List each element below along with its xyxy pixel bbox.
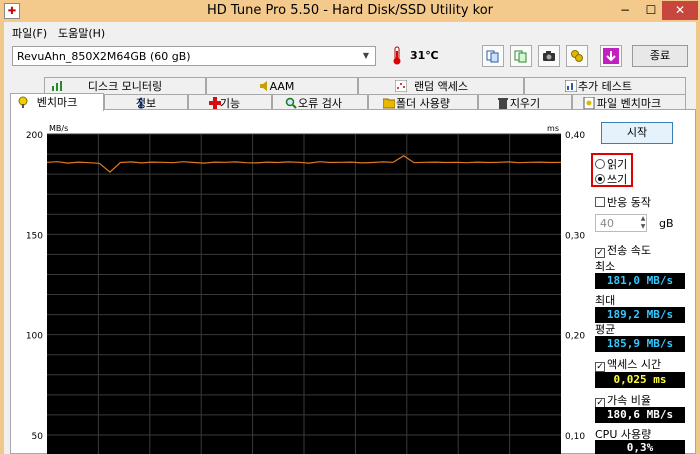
options-button[interactable] xyxy=(566,45,588,67)
short-stroke-checkbox[interactable]: 반응 동작 xyxy=(595,194,651,210)
benchmark-panel: 200 150 100 50 MB/s 0,40 0,30 0,20 0,10 ms 시작 읽기 … xyxy=(10,109,696,454)
access-time-label: 액세스 시간 xyxy=(607,358,662,371)
transfer-rate-check: ✓ xyxy=(595,248,605,258)
drive-select[interactable]: RevuAhn_850X2M64GB (60 gB) ▼ xyxy=(12,46,376,66)
tab-label: 디스크 모니터링 xyxy=(87,80,163,93)
copy-info-icon xyxy=(514,50,527,63)
tab-aam[interactable]: AAM xyxy=(206,77,358,94)
burst-rate-checkbox[interactable]: ✓ 가속 비율 xyxy=(595,392,651,408)
exit-button[interactable]: 종료 xyxy=(632,45,688,67)
tab-label: 랜덤 액세스 xyxy=(413,80,469,93)
read-radio[interactable]: 읽기 xyxy=(595,156,627,172)
y-left-tick-label: 150 xyxy=(26,231,43,241)
write-radio[interactable]: 쓰기 xyxy=(595,171,627,187)
y-left-tick-label: 100 xyxy=(26,332,43,342)
transfer-rate-label: 전송 속도 xyxy=(607,244,651,257)
cpu-usage-value: 0,3% xyxy=(595,440,685,454)
access-time-check: ✓ xyxy=(595,362,605,372)
short-stroke-label: 반응 동작 xyxy=(607,196,651,209)
copy-info-button[interactable] xyxy=(510,45,532,67)
access-time-value: 0,025 ms xyxy=(595,372,685,388)
access-time-checkbox[interactable]: ✓ 액세스 시간 xyxy=(595,356,661,372)
copy-button[interactable] xyxy=(482,45,504,67)
tab-random-access[interactable]: 랜덤 액세스 xyxy=(358,77,524,94)
short-stroke-unit: gB xyxy=(659,217,674,230)
burst-rate-label: 가속 비율 xyxy=(607,394,651,407)
save-icon xyxy=(603,48,619,64)
tab-label: 추가 테스트 xyxy=(577,80,633,93)
menu-file[interactable]: 파일(F) xyxy=(12,25,47,41)
tab-disk-monitor[interactable]: 디스크 모니터링 xyxy=(44,77,206,94)
screenshot-button[interactable] xyxy=(538,45,560,67)
tab-extra-tests[interactable]: 추가 테스트 xyxy=(524,77,686,94)
y-left-tick-label: 50 xyxy=(32,432,44,442)
tab-label: 벤치마크 xyxy=(36,96,78,109)
max-label: 최대 xyxy=(595,294,616,307)
menu-help[interactable]: 도움말(H) xyxy=(58,25,105,41)
drive-select-value: RevuAhn_850X2M64GB (60 gB) xyxy=(17,50,191,63)
benchmark-sidebar: 시작 읽기 쓰기 반응 동작 40 ▲ ▼ gB ✓ 전송 속도 최소 181,… xyxy=(591,110,691,454)
read-radio-indicator xyxy=(595,159,605,169)
tab-label: AAM xyxy=(269,80,295,93)
save-button[interactable] xyxy=(600,45,622,67)
y-right-tick-label: 0,30 xyxy=(565,231,585,241)
avg-value: 185,9 MB/s xyxy=(595,336,685,352)
chevron-down-icon: ▼ xyxy=(362,51,370,60)
close-button[interactable]: ✕ xyxy=(662,1,698,20)
temperature-value: 31℃ xyxy=(410,49,439,62)
write-radio-indicator xyxy=(595,174,605,184)
menu-bar: 파일(F) 도움말(H) xyxy=(4,22,696,42)
min-label: 최소 xyxy=(595,260,616,273)
read-label: 읽기 xyxy=(607,158,628,171)
y-left-unit-label: MB/s xyxy=(49,124,68,133)
short-stroke-stepper[interactable]: ▲ ▼ xyxy=(639,215,647,231)
y-left-tick-label: 200 xyxy=(26,131,43,141)
options-icon xyxy=(571,50,583,62)
y-right-tick-label: 0,20 xyxy=(565,332,585,342)
thermometer-icon xyxy=(393,46,401,65)
start-button[interactable]: 시작 xyxy=(601,122,673,144)
benchmark-chart: 200 150 100 50 MB/s 0,40 0,30 0,20 0,10 ms xyxy=(26,124,585,454)
avg-label: 평균 xyxy=(595,323,616,336)
y-right-unit-label: ms xyxy=(547,124,559,133)
short-stroke-check xyxy=(595,197,605,207)
toolbar: RevuAhn_850X2M64GB (60 gB) ▼ 31℃ 종료 xyxy=(4,42,696,72)
copy-icon xyxy=(486,50,499,63)
min-value: 181,0 MB/s xyxy=(595,273,685,289)
camera-icon xyxy=(543,51,555,61)
minimize-button[interactable]: − xyxy=(612,1,638,20)
app-window: ✚ HD Tune Pro 5.50 - Hard Disk/SSD Utili… xyxy=(0,0,700,454)
write-label: 쓰기 xyxy=(607,173,628,186)
y-right-tick-label: 0,10 xyxy=(565,432,585,442)
tab-benchmark[interactable]: 벤치마크 xyxy=(10,93,104,111)
transfer-rate-checkbox[interactable]: ✓ 전송 속도 xyxy=(595,242,651,258)
burst-rate-value: 180,6 MB/s xyxy=(595,407,685,423)
maximize-button[interactable]: ☐ xyxy=(638,1,664,20)
window-title: HD Tune Pro 5.50 - Hard Disk/SSD Utility… xyxy=(206,3,494,18)
y-right-tick-label: 0,40 xyxy=(565,131,585,141)
title-bar[interactable]: ✚ HD Tune Pro 5.50 - Hard Disk/SSD Utili… xyxy=(0,0,700,22)
client-area: 파일(F) 도움말(H) RevuAhn_850X2M64GB (60 gB) … xyxy=(4,22,696,454)
